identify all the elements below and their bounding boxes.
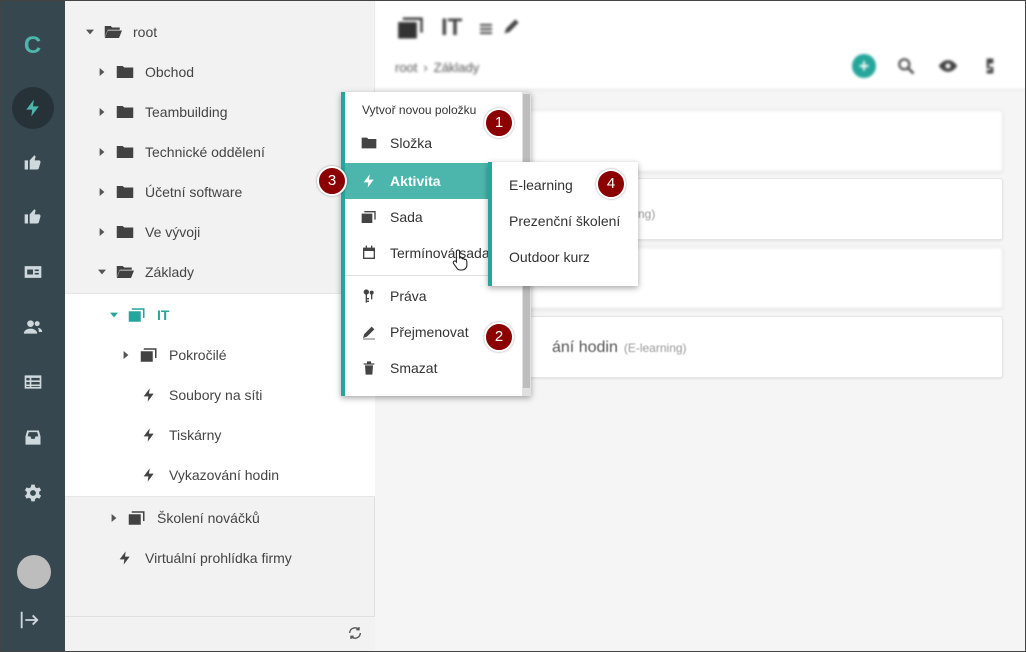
- tree-node-label: Tiskárny: [169, 427, 222, 443]
- thumbs-up-icon[interactable]: [12, 195, 54, 237]
- table-icon[interactable]: [12, 361, 54, 403]
- folder-icon: [115, 143, 135, 161]
- tree-node-label: Virtuální prohlídka firmy: [145, 550, 292, 566]
- thumbs-up-icon[interactable]: [12, 141, 54, 183]
- folder-open-icon: [103, 23, 123, 41]
- step-badge: 2: [484, 322, 514, 352]
- tree-node-label: Účetní software: [145, 184, 243, 200]
- folder-icon: [115, 223, 135, 241]
- eye-icon[interactable]: [936, 54, 960, 78]
- tree-node-label: Vykazování hodin: [169, 467, 279, 483]
- gear-icon[interactable]: [12, 472, 54, 514]
- page-header: IT root › Základy +: [375, 0, 1026, 90]
- caret-right-icon[interactable]: [95, 147, 109, 157]
- step-badge: 3: [317, 166, 347, 196]
- refresh-icon[interactable]: [347, 625, 365, 643]
- caret-down-icon[interactable]: [95, 267, 109, 277]
- menu-item-delete[interactable]: Smazat: [345, 350, 522, 386]
- lightning-icon: [139, 466, 159, 484]
- plus-icon: +: [852, 54, 876, 78]
- tree-panel: root Obchod Teambuilding Technické odděl…: [65, 0, 375, 652]
- tree-node-activity[interactable]: Vykazování hodin: [65, 455, 375, 495]
- tree-node-it-selected[interactable]: IT: [65, 295, 375, 335]
- tree-node-folder[interactable]: Obchod: [65, 52, 375, 92]
- tree-node-label: Školení nováčků: [157, 510, 260, 526]
- search-icon[interactable]: [894, 54, 918, 78]
- id-card-icon[interactable]: [12, 251, 54, 293]
- tree-node-folder[interactable]: Základy: [65, 252, 375, 292]
- tree-node-label: Obchod: [145, 64, 195, 80]
- step-badge: 4: [596, 169, 626, 199]
- set-icon: [127, 509, 147, 527]
- caret-right-icon[interactable]: [119, 350, 133, 360]
- lightning-icon: [115, 549, 135, 567]
- tree-node-activity[interactable]: Tiskárny: [65, 415, 375, 455]
- folder-open-icon: [115, 263, 135, 281]
- set-icon: [127, 306, 147, 324]
- menu-icon[interactable]: [479, 22, 493, 36]
- caret-down-icon[interactable]: [83, 27, 97, 37]
- tree-node-label: root: [133, 24, 158, 40]
- tree-node-label: Teambuilding: [145, 104, 228, 120]
- users-icon[interactable]: [12, 306, 54, 348]
- tree-node-activity[interactable]: Virtuální prohlídka firmy: [65, 538, 375, 578]
- caret-right-icon[interactable]: [95, 107, 109, 117]
- set-icon: [397, 16, 425, 40]
- header-tools: +: [852, 54, 1002, 78]
- breadcrumb-item[interactable]: root: [395, 60, 417, 75]
- tree-node-folder[interactable]: Ve vývoji: [65, 212, 375, 252]
- logout-icon[interactable]: [18, 609, 42, 633]
- tree-node-label: IT: [157, 307, 170, 323]
- app-logo[interactable]: C: [0, 32, 65, 60]
- caret-down-icon[interactable]: [107, 310, 121, 320]
- lightning-icon: [139, 426, 159, 444]
- context-menu-heading: Vytvoř novou položku: [362, 103, 477, 117]
- submenu-item-classroom[interactable]: Prezenční školení: [509, 213, 620, 229]
- tree-node-label: Ve vývoji: [145, 224, 201, 240]
- tree-node-label: Základy: [145, 264, 195, 280]
- folder-icon: [360, 134, 378, 152]
- set-icon: [360, 208, 378, 226]
- caret-right-icon[interactable]: [95, 187, 109, 197]
- breadcrumb-item[interactable]: Základy: [434, 60, 480, 75]
- pencil-icon: [360, 323, 378, 341]
- calendar-icon: [360, 244, 378, 262]
- tree-node-label: Soubory na síti: [169, 387, 263, 403]
- caret-right-icon[interactable]: [95, 67, 109, 77]
- folder-icon: [115, 63, 135, 81]
- tree-node-label: Pokročilé: [169, 347, 227, 363]
- tree-footer: [65, 616, 375, 652]
- submenu-item-outdoor[interactable]: Outdoor kurz: [509, 249, 590, 265]
- tree-node-folder[interactable]: Teambuilding: [65, 92, 375, 132]
- trash-icon: [360, 359, 378, 377]
- folder-icon: [115, 183, 135, 201]
- card-title: ání hodin (E-learning): [552, 339, 687, 356]
- caret-right-icon[interactable]: [107, 513, 121, 523]
- tree-node-set[interactable]: Pokročilé: [65, 335, 375, 375]
- left-rail: C: [0, 0, 65, 652]
- lightning-icon: [139, 386, 159, 404]
- set-icon: [139, 346, 159, 364]
- tree-node-root[interactable]: root: [65, 12, 375, 52]
- tree-node-set[interactable]: Školení nováčků: [65, 498, 375, 538]
- page-title: IT: [441, 14, 463, 41]
- add-button[interactable]: +: [852, 54, 876, 78]
- lightning-icon[interactable]: [12, 87, 54, 129]
- submenu-item-e-learning[interactable]: E-learning: [509, 177, 573, 193]
- caret-right-icon[interactable]: [95, 227, 109, 237]
- keys-icon: [360, 287, 378, 305]
- pencil-icon[interactable]: [502, 16, 522, 36]
- chevron-right-icon: ›: [423, 60, 428, 75]
- more-vertical-icon[interactable]: [978, 54, 1002, 78]
- step-badge: 1: [484, 108, 514, 138]
- inbox-icon[interactable]: [12, 417, 54, 459]
- tree-node-label: Technické oddělení: [145, 144, 265, 160]
- lightning-icon: [360, 172, 378, 190]
- avatar[interactable]: [17, 555, 51, 589]
- tree-node-activity[interactable]: Soubory na síti: [65, 375, 375, 415]
- breadcrumb: root › Základy: [395, 60, 479, 75]
- folder-icon: [115, 103, 135, 121]
